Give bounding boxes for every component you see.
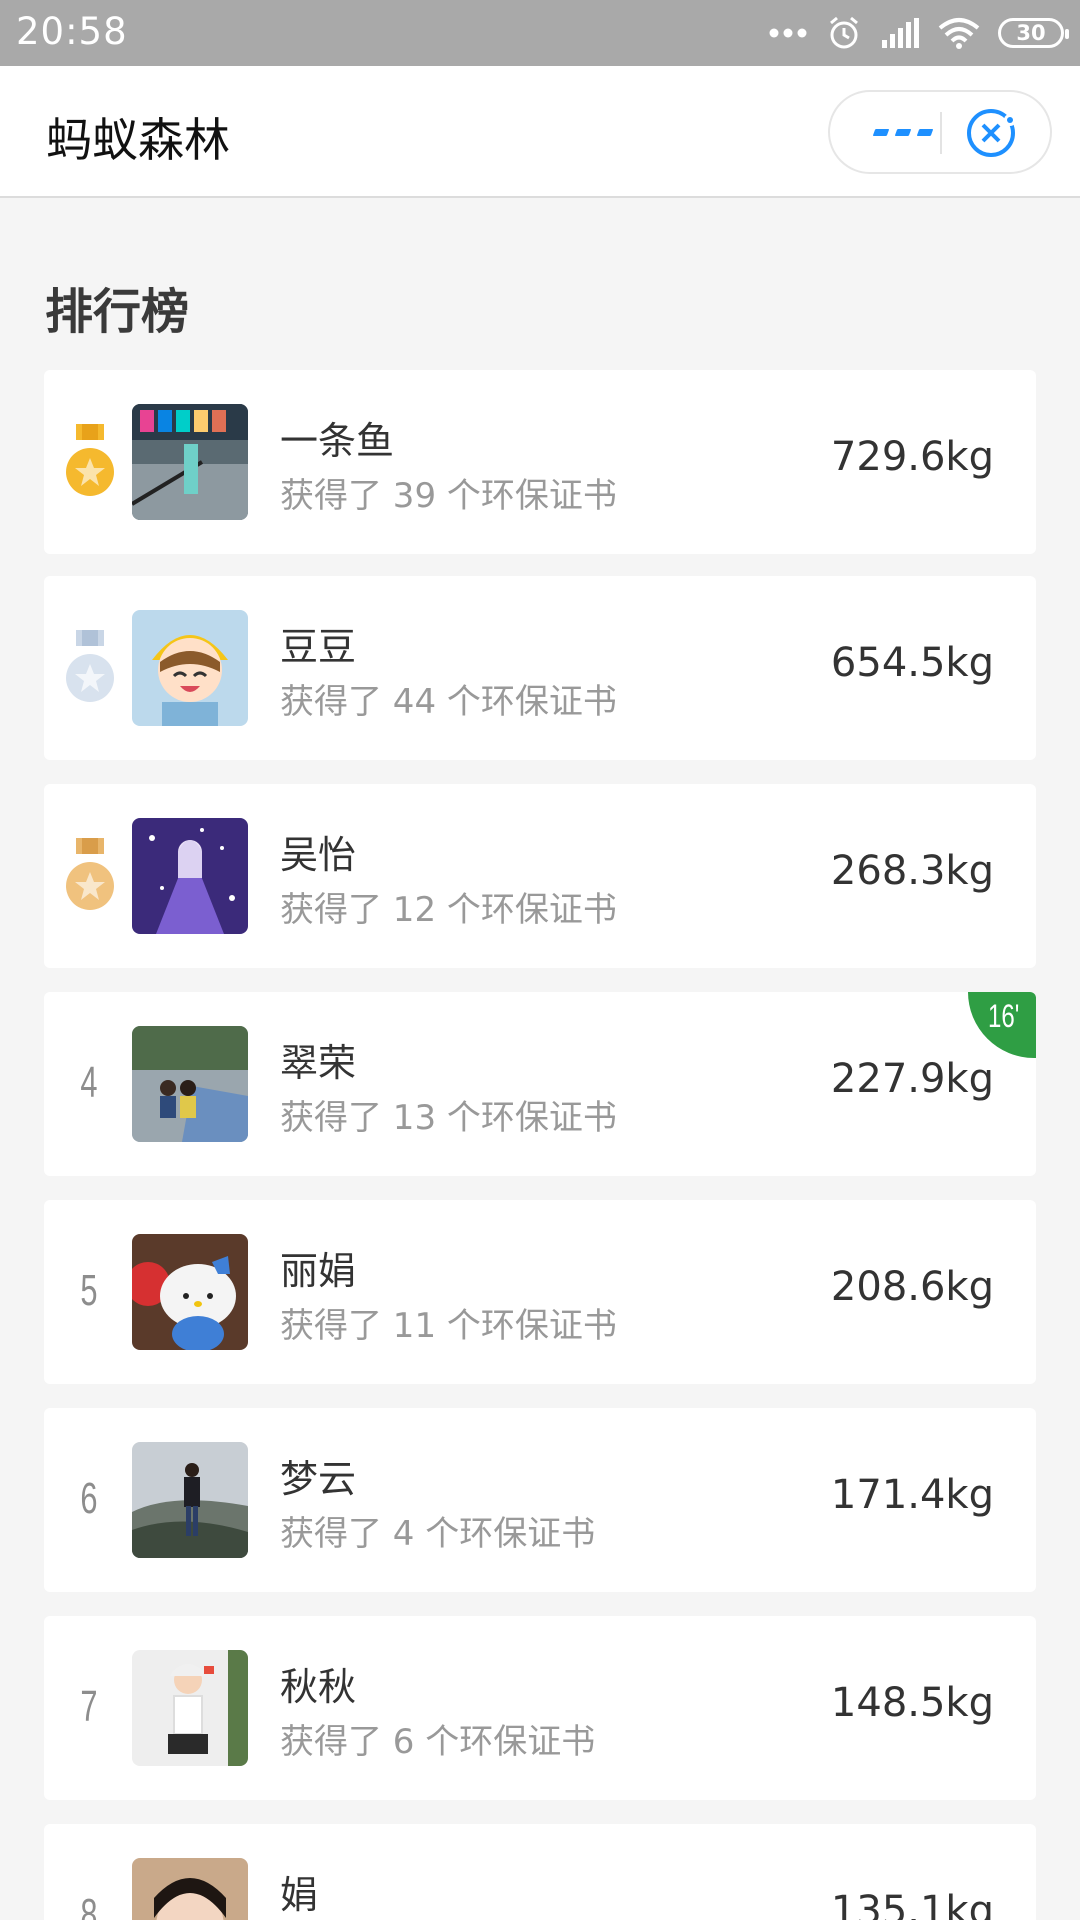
certificate-count: 获得了 39 个环保证书 [280,476,617,516]
certificate-count: 获得了 11 个环保证书 [280,1306,617,1346]
carbon-weight: 268.3kg [830,848,994,894]
close-circle-icon[interactable] [964,106,1018,160]
carbon-weight: 171.4kg [830,1472,994,1518]
user-name: 吴怡 [280,833,357,877]
status-icons: 30 [768,12,1069,54]
list-item[interactable]: 一条鱼 获得了 39 个环保证书 729.6kg [44,370,1036,554]
avatar[interactable] [132,1442,248,1558]
carbon-weight: 135.1kg [830,1888,994,1920]
status-bar: 20:58 30 [0,0,1080,66]
carbon-weight: 148.5kg [830,1680,994,1726]
certificate-count: 获得了 4 个环保证书 [280,1514,596,1554]
wifi-icon [938,18,980,49]
certificate-count: 获得了 44 个环保证书 [280,682,617,722]
carbon-weight: 227.9kg [830,1056,994,1102]
corner-badge: 16' [968,992,1036,1058]
certificate-count: 获得了 6 个环保证书 [280,1722,596,1762]
certificate-count: 获得了 13 个环保证书 [280,1098,617,1138]
user-name: 一条鱼 [280,419,395,463]
battery-icon: 30 [998,18,1069,48]
avatar[interactable] [132,1026,248,1142]
gold-medal-icon [66,424,114,496]
battery-level: 30 [1016,21,1046,45]
avatar[interactable] [132,404,248,520]
list-item[interactable]: 5 丽娟 获得了 11 个环保证书 208.6kg [44,1200,1036,1384]
user-name: 秋秋 [280,1665,357,1709]
avatar[interactable] [132,1650,248,1766]
more-dots-icon[interactable] [866,92,940,172]
list-item[interactable]: 4 翠荣 获得了 13 个环保证书 227.9kg 16' [44,992,1036,1176]
list-item[interactable]: 7 秋秋 获得了 6 个环保证书 148.5kg [44,1616,1036,1800]
avatar[interactable] [132,1858,248,1920]
list-item[interactable]: 8 娟 135.1kg [44,1824,1036,1920]
bronze-medal-icon [66,838,114,910]
avatar[interactable] [132,610,248,726]
user-name: 丽娟 [280,1249,357,1293]
user-name: 豆豆 [280,625,357,669]
carbon-weight: 208.6kg [830,1264,994,1310]
list-item[interactable]: 豆豆 获得了 44 个环保证书 654.5kg [44,576,1036,760]
signal-icon [882,18,919,48]
capsule-divider [940,112,942,154]
rank-number: 4 [80,1058,98,1107]
title-bar: 蚂蚁森林 [0,66,1080,198]
page-title: 蚂蚁森林 [46,113,230,167]
more-dots-icon [769,28,807,38]
carbon-weight: 729.6kg [830,434,994,480]
rank-number: 5 [80,1266,98,1315]
silver-medal-icon [66,630,114,702]
avatar[interactable] [132,1234,248,1350]
user-name: 梦云 [280,1457,357,1501]
list-item[interactable]: 吴怡 获得了 12 个环保证书 268.3kg [44,784,1036,968]
rank-number: 7 [80,1682,98,1731]
carbon-weight: 654.5kg [830,640,994,686]
rank-number: 8 [80,1890,98,1920]
status-time: 20:58 [16,10,128,53]
mini-program-capsule [828,90,1052,174]
section-title: 排行榜 [45,284,190,340]
rank-number: 6 [80,1474,98,1523]
user-name: 娟 [280,1873,319,1917]
avatar[interactable] [132,818,248,934]
user-name: 翠荣 [280,1041,357,1085]
alarm-icon [830,16,858,49]
certificate-count: 获得了 12 个环保证书 [280,890,617,930]
list-item[interactable]: 6 梦云 获得了 4 个环保证书 171.4kg [44,1408,1036,1592]
app-root: 20:58 30 蚂蚁森林 排行榜 一条鱼 获得了 39 个环保证书 729.6… [0,0,1080,1920]
badge-label: 16' [988,998,1020,1034]
